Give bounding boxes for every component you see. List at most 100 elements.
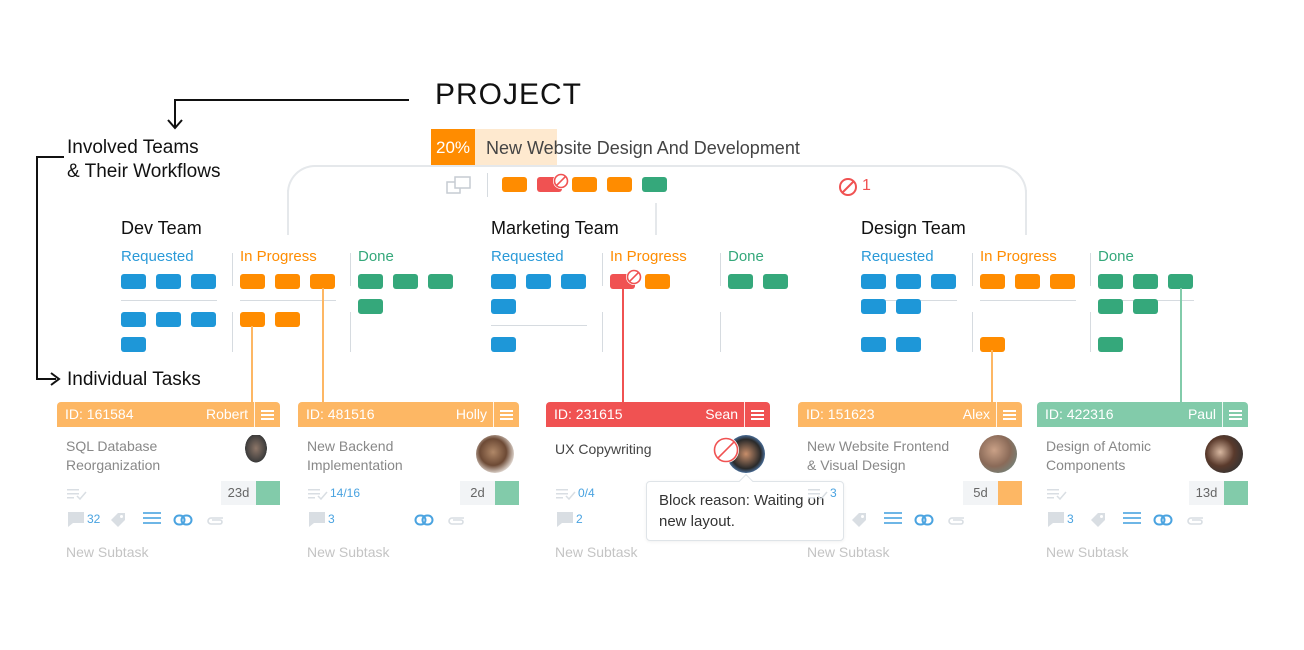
new-subtask-button[interactable]: New Subtask [1046,544,1128,560]
task-title[interactable]: New Website Frontend & Visual Design [807,437,949,475]
task-chip[interactable] [526,274,551,289]
checklist-icon[interactable] [67,488,87,500]
card-menu-button[interactable] [744,402,770,427]
column-header[interactable]: Done [1098,248,1134,265]
checklist-icon[interactable] [556,488,576,500]
task-chip[interactable] [1015,274,1040,289]
comment-icon[interactable] [1047,511,1065,527]
task-chip[interactable] [240,274,265,289]
new-subtask-button[interactable]: New Subtask [807,544,889,560]
task-chip[interactable] [191,312,216,327]
card-menu-button[interactable] [493,402,519,427]
task-title[interactable]: Design of Atomic Components [1046,437,1151,475]
task-chip[interactable] [896,337,921,352]
comment-icon[interactable] [308,511,326,527]
tag-icon[interactable] [109,511,127,529]
attachment-icon[interactable] [1185,514,1205,526]
assignee-avatar[interactable] [1205,435,1243,473]
task-card-header[interactable]: ID: 231615 Sean [546,402,770,427]
tag-icon[interactable] [1089,511,1107,529]
link-icon[interactable] [914,514,934,526]
task-chip[interactable] [645,274,670,289]
description-icon[interactable] [143,511,161,525]
card-menu-button[interactable] [996,402,1022,427]
assignee-avatar[interactable] [979,435,1017,473]
link-icon[interactable] [414,514,434,526]
task-card-header[interactable]: ID: 161584 Robert [57,402,280,427]
link-icon[interactable] [173,514,193,526]
column-header[interactable]: In Progress [240,248,317,265]
summary-chip-orange[interactable] [502,177,527,192]
link-icon[interactable] [1153,514,1173,526]
task-chip[interactable] [1050,274,1075,289]
task-chip[interactable] [121,274,146,289]
assignee-avatar[interactable] [476,435,514,473]
comment-icon[interactable] [67,511,85,527]
task-chip[interactable] [861,337,886,352]
tag-icon[interactable] [850,511,868,529]
task-chip[interactable] [561,274,586,289]
task-chip[interactable] [121,337,146,352]
column-header[interactable]: Requested [861,248,934,265]
team-name[interactable]: Dev Team [121,218,202,239]
summary-chip-orange[interactable] [607,177,632,192]
checklist-icon[interactable] [808,488,828,500]
column-header[interactable]: Done [358,248,394,265]
description-icon[interactable] [1123,511,1141,525]
column-header[interactable]: Requested [121,248,194,265]
task-chip[interactable] [896,299,921,314]
team-name[interactable]: Design Team [861,218,966,239]
task-chip[interactable] [491,299,516,314]
task-chip[interactable] [1098,299,1123,314]
task-chip[interactable] [358,274,383,289]
task-card-header[interactable]: ID: 151623 Alex [798,402,1022,427]
task-chip[interactable] [358,299,383,314]
checklist-icon[interactable] [308,488,328,500]
task-chip[interactable] [728,274,753,289]
task-chip[interactable] [393,274,418,289]
task-chip[interactable] [896,274,921,289]
column-header[interactable]: Requested [491,248,564,265]
assignee-avatar[interactable] [237,435,275,473]
new-subtask-button[interactable]: New Subtask [66,544,148,560]
task-chip[interactable] [861,299,886,314]
task-card-header[interactable]: ID: 481516 Holly [298,402,519,427]
task-chip[interactable] [861,274,886,289]
task-chip[interactable] [491,274,516,289]
sub-project-icon[interactable] [446,175,472,195]
task-chip[interactable] [121,312,146,327]
summary-chip-green[interactable] [642,177,667,192]
task-chip[interactable] [191,274,216,289]
comment-icon[interactable] [556,511,574,527]
task-title[interactable]: New Backend Implementation [307,437,403,475]
attachment-icon[interactable] [205,514,225,526]
description-icon[interactable] [884,511,902,525]
column-header[interactable]: In Progress [980,248,1057,265]
task-chip[interactable] [1098,274,1123,289]
task-chip[interactable] [240,312,265,327]
due-days[interactable]: 23d [221,481,256,505]
new-subtask-button[interactable]: New Subtask [307,544,389,560]
task-title[interactable]: SQL Database Reorganization [66,437,160,475]
task-chip[interactable] [980,274,1005,289]
due-days[interactable]: 5d [963,481,998,505]
due-days[interactable]: 2d [460,481,495,505]
task-chip[interactable] [1133,274,1158,289]
due-days[interactable]: 13d [1189,481,1224,505]
task-chip[interactable] [931,274,956,289]
new-subtask-button[interactable]: New Subtask [555,544,637,560]
task-chip[interactable] [156,312,181,327]
task-card-header[interactable]: ID: 422316 Paul [1037,402,1248,427]
task-chip[interactable] [156,274,181,289]
task-chip[interactable] [1168,274,1193,289]
card-menu-button[interactable] [254,402,280,427]
task-chip[interactable] [1098,337,1123,352]
attachment-icon[interactable] [946,514,966,526]
task-chip[interactable] [491,337,516,352]
column-header[interactable]: Done [728,248,764,265]
task-chip[interactable] [1133,299,1158,314]
task-chip[interactable] [428,274,453,289]
card-menu-button[interactable] [1222,402,1248,427]
task-chip[interactable] [275,312,300,327]
summary-chip-orange[interactable] [572,177,597,192]
